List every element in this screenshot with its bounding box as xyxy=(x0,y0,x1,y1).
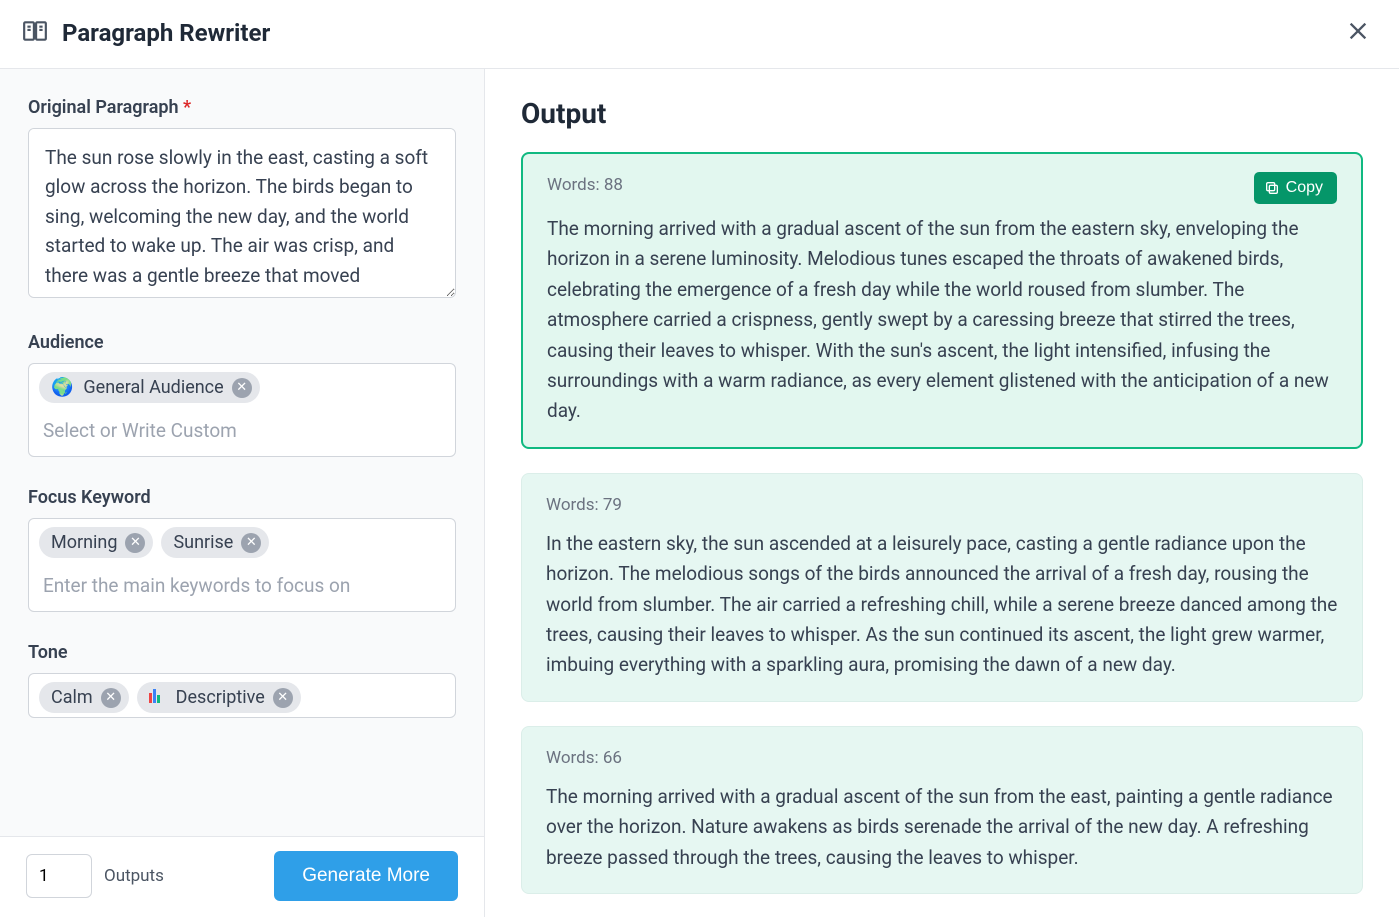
remove-tag-icon[interactable]: ✕ xyxy=(125,533,145,553)
tag-label: General Audience xyxy=(83,377,223,398)
tone-tag-0[interactable]: Calm ✕ xyxy=(39,682,129,713)
tone-label: Tone xyxy=(28,642,456,663)
output-card[interactable]: Words: 79 In the eastern sky, the sun asc… xyxy=(521,473,1363,702)
keyword-tagbox[interactable]: Morning ✕ Sunrise ✕ xyxy=(28,518,456,612)
original-paragraph-input[interactable] xyxy=(28,128,456,298)
word-count: Words: 66 xyxy=(546,745,622,772)
keyword-label: Focus Keyword xyxy=(28,487,456,508)
left-scroll[interactable]: Original Paragraph * Audience 🌍 General A… xyxy=(0,69,484,836)
outputs-label: Outputs xyxy=(104,866,164,886)
tag-label: Morning xyxy=(51,532,117,553)
tag-label: Descriptive xyxy=(176,687,265,708)
output-card[interactable]: Words: 66 The morning arrived with a grad… xyxy=(521,726,1363,894)
outputs-count-input[interactable] xyxy=(26,854,92,898)
audience-tagbox[interactable]: 🌍 General Audience ✕ xyxy=(28,363,456,457)
copy-button[interactable]: Copy xyxy=(1254,172,1337,204)
generate-more-button[interactable]: Generate More xyxy=(274,851,458,901)
close-icon xyxy=(1347,20,1369,42)
tone-tagbox[interactable]: Calm ✕ Descriptive ✕ xyxy=(28,673,456,718)
bottom-bar: Outputs Generate More xyxy=(0,836,484,917)
keyword-tag-0[interactable]: Morning ✕ xyxy=(39,527,153,558)
word-count: Words: 79 xyxy=(546,492,622,519)
book-icon xyxy=(22,18,48,48)
remove-tag-icon[interactable]: ✕ xyxy=(101,688,121,708)
audience-input[interactable] xyxy=(39,409,445,454)
output-card[interactable]: Words: 88 Copy The morning arrived with a … xyxy=(521,152,1363,449)
tone-tag-1[interactable]: Descriptive ✕ xyxy=(137,682,301,713)
audience-tag-0[interactable]: 🌍 General Audience ✕ xyxy=(39,372,260,403)
right-panel[interactable]: Output Words: 88 Copy The morning arrived … xyxy=(485,69,1399,917)
remove-tag-icon[interactable]: ✕ xyxy=(232,378,252,398)
audience-label: Audience xyxy=(28,332,456,353)
copy-icon xyxy=(1264,180,1280,196)
remove-tag-icon[interactable]: ✕ xyxy=(241,533,261,553)
output-text: In the eastern sky, the sun ascended at … xyxy=(546,529,1338,681)
output-title: Output xyxy=(521,97,1363,130)
keyword-input[interactable] xyxy=(39,564,445,609)
original-paragraph-label: Original Paragraph * xyxy=(28,97,456,118)
page-title: Paragraph Rewriter xyxy=(62,19,270,47)
remove-tag-icon[interactable]: ✕ xyxy=(273,688,293,708)
left-panel: Original Paragraph * Audience 🌍 General A… xyxy=(0,69,485,917)
output-text: The morning arrived with a gradual ascen… xyxy=(546,782,1338,873)
word-count: Words: 88 xyxy=(547,172,623,199)
tag-label: Sunrise xyxy=(173,532,233,553)
keyword-tag-1[interactable]: Sunrise ✕ xyxy=(161,527,269,558)
output-text: The morning arrived with a gradual ascen… xyxy=(547,214,1337,427)
tag-label: Calm xyxy=(51,687,93,708)
header: Paragraph Rewriter xyxy=(0,0,1399,69)
globe-icon: 🌍 xyxy=(51,377,73,398)
bars-icon xyxy=(149,687,165,708)
close-button[interactable] xyxy=(1347,20,1369,46)
